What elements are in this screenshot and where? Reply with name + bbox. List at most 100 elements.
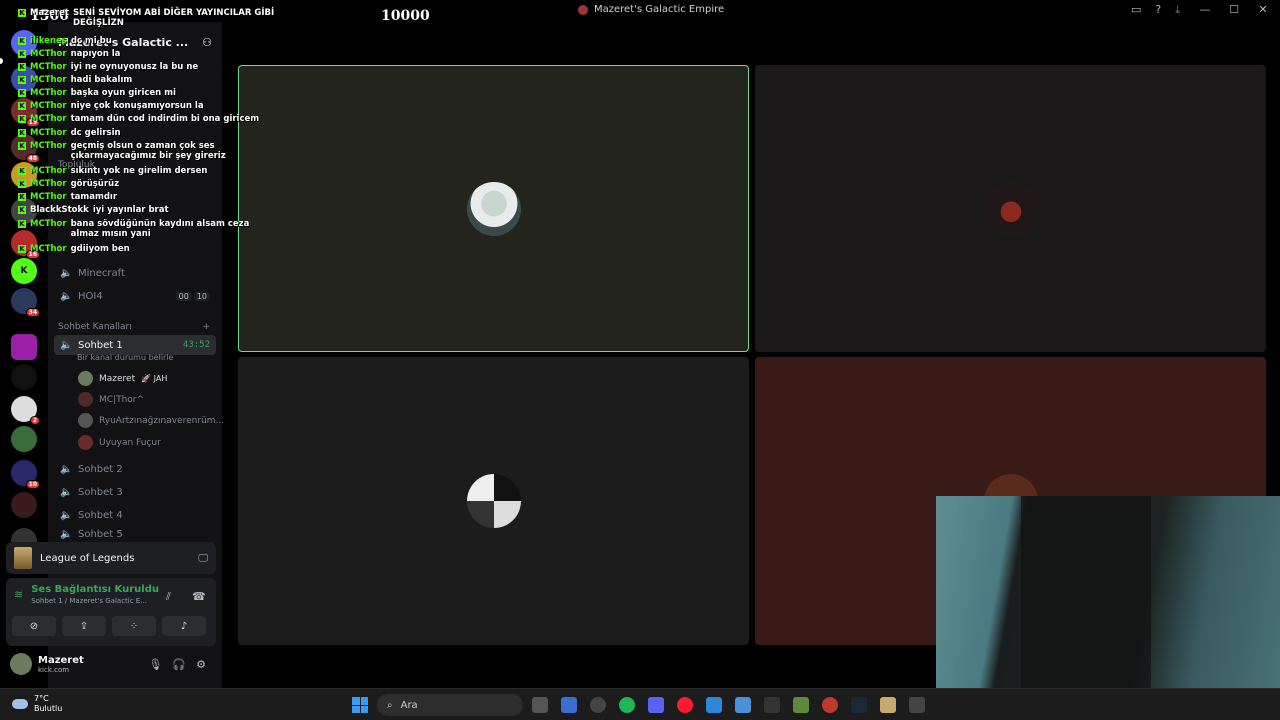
microphone-icon[interactable]: 🎙 xyxy=(148,658,162,671)
taskbar-search[interactable]: ⌕ Ara xyxy=(377,694,523,716)
app-icon[interactable] xyxy=(822,697,838,713)
voice-user[interactable]: MC|Thor^ xyxy=(78,392,144,407)
kick-badge-icon: K xyxy=(18,115,26,123)
app-icon[interactable] xyxy=(561,697,577,713)
channel-sohbet-4[interactable]: 🔈 Sohbet 4 xyxy=(54,505,216,525)
noise-suppression-icon[interactable]: ⫽ xyxy=(166,590,171,604)
activities-button[interactable]: ⁘ xyxy=(112,616,156,636)
signal-icon: ≋ xyxy=(14,588,24,601)
league-client-icon[interactable] xyxy=(880,697,896,713)
start-button[interactable] xyxy=(352,697,368,713)
voice-user-name: RyuArtzınağzınaverenrüm... xyxy=(99,415,225,426)
discord-icon[interactable] xyxy=(648,697,664,713)
disconnect-icon[interactable]: ☎ xyxy=(192,590,206,603)
maximize-button[interactable]: ☐ xyxy=(1227,3,1241,16)
voice-user-name: Mazeret xyxy=(99,373,136,384)
screen-share-icon[interactable]: 🖵 xyxy=(198,553,208,564)
channel-status[interactable]: Bir kanal durumu belirle xyxy=(77,353,173,362)
channel-sohbet-2[interactable]: 🔈 Sohbet 2 xyxy=(54,459,216,479)
chat-text: niye çok konuşamıyorsun la xyxy=(70,101,204,111)
chat-username: MCThor xyxy=(30,88,67,98)
opera-icon[interactable] xyxy=(677,697,693,713)
kick-badge-icon: K xyxy=(18,142,26,150)
user-panel[interactable]: Mazeret kick.com 🎙 🎧 ⚙ xyxy=(6,650,216,678)
inbox-icon[interactable]: ▭ xyxy=(1131,3,1141,17)
taskbar: 7°C Bulutlu ⌕ Ara xyxy=(0,688,1280,720)
server-logo-icon xyxy=(578,4,588,15)
voice-location[interactable]: Sohbet 1 / Mazeret's Galactic E... xyxy=(31,597,159,605)
chat-message: K Mazeret SENİ SEVİYOM ABİ DİĞER YAYINCILA… xyxy=(18,8,276,28)
speaker-icon: 🔈 xyxy=(60,290,73,302)
photos-icon[interactable] xyxy=(735,697,751,713)
help-icon[interactable]: ? xyxy=(1155,3,1161,17)
weather-widget[interactable]: 7°C Bulutlu xyxy=(12,694,62,714)
chat-username: ilikenes xyxy=(30,36,67,46)
weather-temp: 7°C xyxy=(34,694,49,703)
kick-badge-icon: K xyxy=(18,206,26,214)
search-placeholder: Ara xyxy=(400,699,418,711)
channel-label: Sohbet 4 xyxy=(78,509,123,521)
channel-sohbet-1[interactable]: 🔈 Sohbet 1 43:52 xyxy=(54,335,216,355)
voice-status[interactable]: Ses Bağlantısı Kuruldu xyxy=(31,584,159,595)
video-tile[interactable] xyxy=(238,357,749,645)
avatar[interactable] xyxy=(10,653,32,675)
server-icon[interactable] xyxy=(11,426,37,452)
app-icon[interactable] xyxy=(909,697,925,713)
server-icon[interactable]: 34 xyxy=(11,288,40,317)
kick-server-icon[interactable]: K xyxy=(11,258,37,284)
chat-message: K MCThor tamamdır xyxy=(18,192,276,202)
voice-user[interactable]: Mazeret 🚀 JAH xyxy=(78,371,167,386)
kick-badge-icon: K xyxy=(18,220,26,228)
chat-text: dc mi bu xyxy=(70,36,112,46)
camera-off-button[interactable]: ⊘ xyxy=(12,616,56,636)
chat-username: MCThor xyxy=(30,75,67,85)
chat-text: sıkıntı yok ne girelim dersen xyxy=(70,166,208,176)
settings-gear-icon[interactable]: ⚙ xyxy=(196,658,206,671)
channel-label: Sohbet 3 xyxy=(78,486,123,498)
channel-sohbet-5[interactable]: 🔈 Sohbet 5 xyxy=(54,527,216,541)
chat-text: bana sövdüğünün kaydını alsam ceza almaz… xyxy=(70,219,250,239)
kick-badge-icon: K xyxy=(18,129,26,137)
epic-games-icon[interactable] xyxy=(764,697,780,713)
chat-message: K MCThor bana sövdüğünün kaydını alsam cez… xyxy=(18,219,276,239)
voice-user[interactable]: Uyuyan Fuçur xyxy=(78,435,161,450)
download-icon[interactable]: ⤓ xyxy=(1175,3,1180,17)
call-timer: 43:52 xyxy=(182,340,210,350)
speaker-icon: 🔈 xyxy=(60,463,73,475)
app-icon[interactable] xyxy=(590,697,606,713)
server-icon[interactable] xyxy=(11,492,37,518)
count-limit: 10 xyxy=(193,291,210,301)
channel-minecraft[interactable]: 🔈 Minecraft xyxy=(54,263,216,283)
add-channel-icon[interactable]: + xyxy=(202,322,210,332)
video-tile[interactable] xyxy=(755,65,1266,352)
chat-username: MCThor xyxy=(30,192,67,202)
server-icon[interactable] xyxy=(11,334,37,360)
video-tile-speaking[interactable] xyxy=(238,65,749,352)
minimize-button[interactable]: — xyxy=(1198,3,1212,16)
share-screen-button[interactable]: ⇪ xyxy=(62,616,106,636)
channel-label: HOI4 xyxy=(78,290,103,302)
category-chat-channels[interactable]: Sohbet Kanalları + xyxy=(58,322,210,332)
task-view-icon[interactable] xyxy=(532,697,548,713)
speaker-icon: 🔈 xyxy=(60,528,73,540)
steam-icon[interactable] xyxy=(851,697,867,713)
chat-text: SENİ SEVİYOM ABİ DİĞER YAYINCILAR GİBİ D… xyxy=(72,8,275,28)
activity-panel[interactable]: League of Legends 🖵 xyxy=(6,542,216,574)
channel-label: Sohbet 1 xyxy=(78,339,123,351)
headphones-icon[interactable]: 🎧 xyxy=(172,658,186,671)
voice-user[interactable]: RyuArtzınağzınaverenrüm... xyxy=(78,413,224,428)
channel-hoi4[interactable]: 🔈 HOI4 00 10 xyxy=(54,286,216,306)
window-title-text: Mazeret's Galactic Empire xyxy=(594,4,725,15)
channel-sohbet-3[interactable]: 🔈 Sohbet 3 xyxy=(54,482,216,502)
spotify-icon[interactable] xyxy=(619,697,635,713)
league-of-legends-icon xyxy=(14,547,32,569)
minecraft-icon[interactable] xyxy=(793,697,809,713)
store-icon[interactable] xyxy=(706,697,722,713)
chat-text: dc gelirsin xyxy=(70,128,121,138)
channel-label: Minecraft xyxy=(78,267,125,279)
close-button[interactable]: ✕ xyxy=(1256,3,1270,16)
server-icon[interactable] xyxy=(11,364,37,390)
server-icon[interactable]: 2 xyxy=(11,396,40,425)
server-icon[interactable]: 10 xyxy=(11,460,40,489)
soundboard-button[interactable]: ♪ xyxy=(162,616,206,636)
